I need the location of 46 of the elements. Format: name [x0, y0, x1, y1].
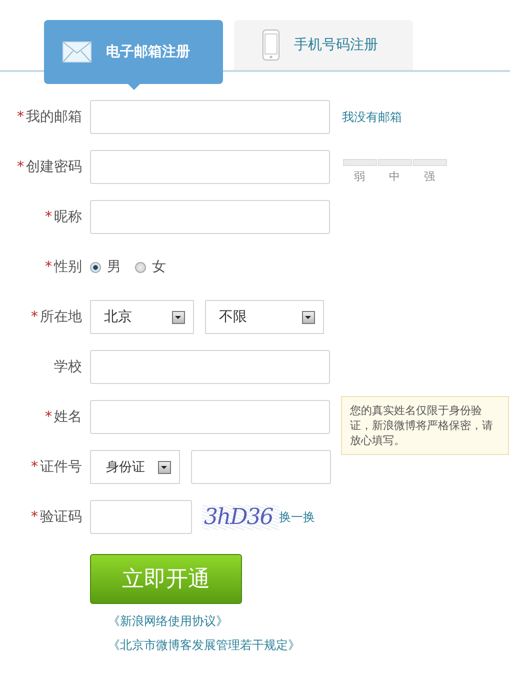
- radio-button[interactable]: [135, 262, 146, 272]
- field-label: 我的邮箱: [26, 108, 82, 126]
- radio-label[interactable]: 女: [152, 258, 166, 276]
- input-field[interactable]: [90, 100, 330, 134]
- phone-icon: [262, 29, 280, 61]
- dropdown[interactable]: 北京: [90, 300, 194, 334]
- refresh-captcha-link[interactable]: 换一换: [278, 508, 315, 526]
- required-mark: *: [31, 309, 38, 325]
- field-label: 证件号: [40, 458, 82, 476]
- radio-label[interactable]: 男: [107, 258, 121, 276]
- strength-label: 弱: [354, 168, 365, 184]
- field-label: 性别: [54, 258, 82, 276]
- submit-button[interactable]: 立即开通: [90, 554, 242, 604]
- agreement-link[interactable]: 《北京市微博客发展管理若干规定》: [108, 638, 520, 652]
- tooltip: 您的真实姓名仅限于身份验证，新浪微博将严格保密，请放心填写。: [341, 396, 509, 455]
- input-field[interactable]: [90, 200, 330, 234]
- field-label: 学校: [54, 358, 82, 376]
- required-mark: *: [17, 109, 24, 125]
- required-mark: *: [45, 409, 52, 425]
- tab-pointer: [128, 84, 140, 90]
- no-email-link[interactable]: 我没有邮箱: [342, 108, 402, 126]
- required-mark: *: [31, 509, 38, 525]
- captcha-image: 3hD36: [202, 504, 279, 530]
- field-label: 创建密码: [26, 158, 82, 176]
- required-mark: *: [45, 259, 52, 275]
- required-mark: *: [17, 159, 24, 175]
- strength-label: 中: [389, 168, 400, 184]
- password-field[interactable]: [90, 150, 330, 184]
- field-label: 所在地: [40, 308, 82, 326]
- field-label: 昵称: [54, 208, 82, 226]
- dropdown[interactable]: 不限: [205, 300, 324, 334]
- field-label: 验证码: [40, 508, 82, 526]
- envelope-icon: [62, 41, 92, 63]
- input-field[interactable]: [90, 350, 330, 384]
- field-label: 姓名: [54, 408, 82, 426]
- tab[interactable]: 电子邮箱注册: [44, 20, 223, 84]
- input-field[interactable]: [90, 400, 330, 434]
- captcha-field[interactable]: [90, 500, 192, 534]
- dropdown[interactable]: 身份证: [90, 450, 180, 484]
- strength-label: 强: [424, 168, 435, 184]
- input-field[interactable]: [191, 450, 331, 484]
- radio-button[interactable]: [90, 262, 101, 272]
- required-mark: *: [45, 209, 52, 225]
- tab[interactable]: 手机号码注册: [234, 20, 413, 70]
- agreement-link[interactable]: 《新浪网络使用协议》: [108, 614, 520, 628]
- required-mark: *: [31, 459, 38, 475]
